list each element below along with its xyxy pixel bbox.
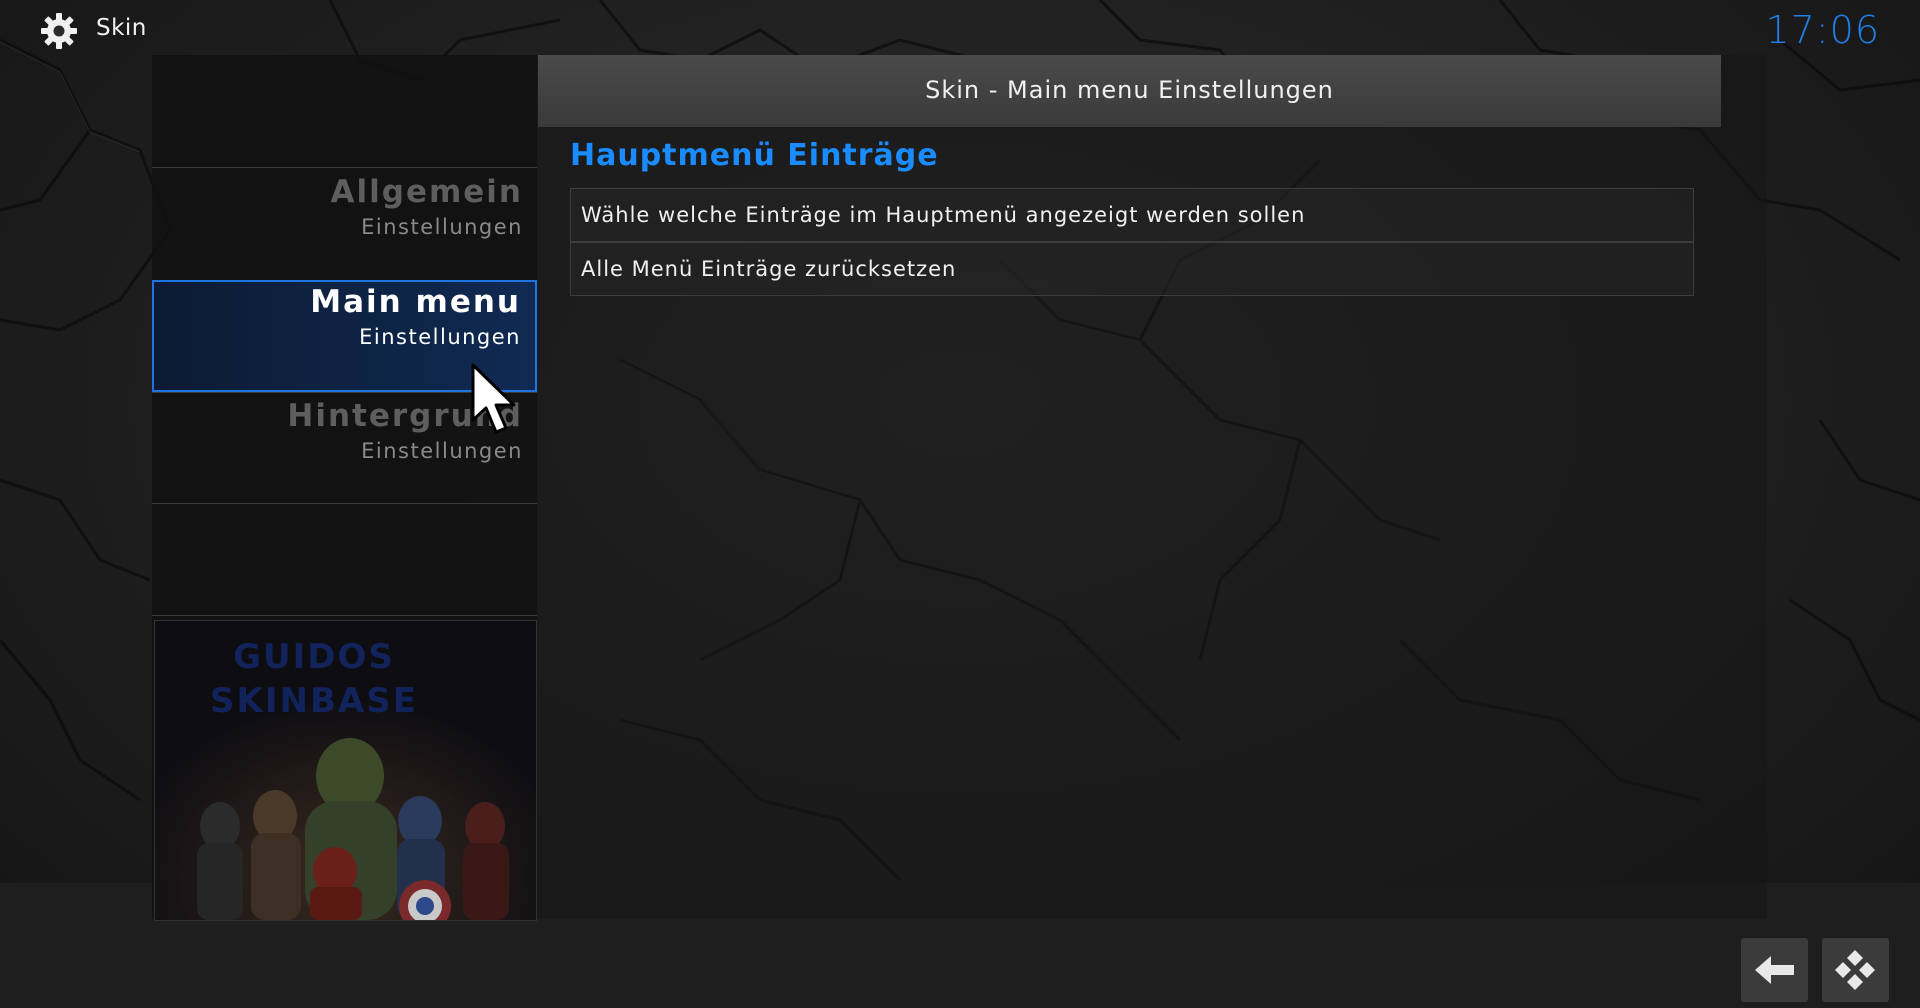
- sidebar-item-sublabel: Einstellungen: [359, 325, 521, 349]
- home-button[interactable]: [1822, 938, 1889, 1002]
- sidebar-item-label: Main menu: [310, 284, 521, 320]
- page-header: Skin - Main menu Einstellungen: [538, 55, 1721, 127]
- promo-title-line2: SKINBASE: [210, 681, 418, 721]
- clock: 17:06: [1765, 8, 1880, 52]
- skin-promo-image: GUIDOS SKINBASE: [154, 620, 537, 921]
- sidebar-item-sublabel: Einstellungen: [361, 215, 523, 239]
- window-title: Skin: [96, 15, 147, 41]
- sidebar-item-label: Allgemein: [330, 174, 523, 210]
- sidebar-divider: [152, 167, 537, 168]
- kodi-logo-icon: [1835, 950, 1875, 990]
- setting-row-reset-entries[interactable]: Alle Menü Einträge zurücksetzen: [570, 242, 1694, 296]
- page-title: Skin - Main menu Einstellungen: [925, 76, 1334, 104]
- sidebar-divider: [152, 615, 537, 616]
- setting-row-label: Alle Menü Einträge zurücksetzen: [581, 257, 957, 281]
- back-button[interactable]: [1741, 938, 1808, 1002]
- sidebar-item-allgemein[interactable]: Allgemein Einstellungen: [152, 172, 537, 284]
- promo-title-line1: GUIDOS: [233, 637, 395, 677]
- setting-row-select-entries[interactable]: Wähle welche Einträge im Hauptmenü angez…: [570, 188, 1694, 242]
- back-arrow-icon: [1755, 956, 1794, 984]
- section-title: Hauptmenü Einträge: [570, 138, 939, 173]
- mouse-cursor-icon: [471, 363, 516, 434]
- promo-title: GUIDOS SKINBASE: [155, 635, 473, 723]
- gear-icon: [41, 13, 77, 49]
- sidebar-item-label: Hintergrund: [287, 398, 523, 434]
- setting-row-label: Wähle welche Einträge im Hauptmenü angez…: [581, 203, 1306, 227]
- sidebar-item-sublabel: Einstellungen: [361, 439, 523, 463]
